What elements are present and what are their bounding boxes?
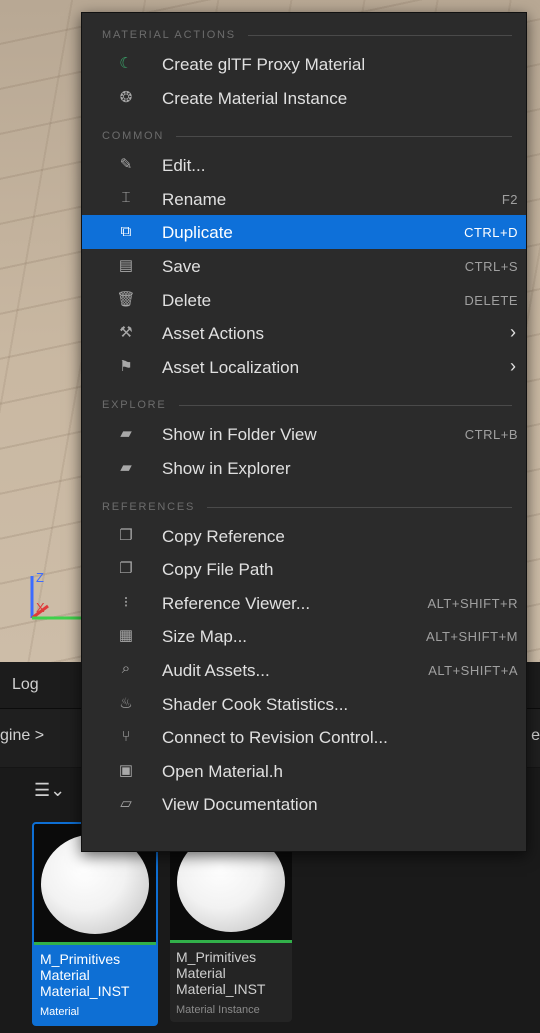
- documentation-icon: ▱: [120, 795, 132, 813]
- x-axis-label: X: [36, 600, 45, 615]
- menu-item-shortcut: ALT+SHIFT+A: [428, 662, 518, 678]
- menu-item-label: Show in Explorer: [162, 458, 291, 478]
- shader-icon: ♨: [119, 694, 133, 712]
- copy-icon: ❐: [119, 526, 133, 544]
- menu-item-shortcut: DELETE: [464, 292, 518, 308]
- menu-item[interactable]: ⧉ Duplicate CTRL+D: [82, 215, 526, 249]
- save-icon: ▤: [118, 256, 134, 274]
- menu-item-label: Reference Viewer...: [162, 593, 311, 613]
- asset-tile-material[interactable]: M_Primitives Material Material_INST Mate…: [32, 822, 158, 1026]
- menu-item[interactable]: ♨ Shader Cook Statistics...: [82, 687, 526, 721]
- menu-item[interactable]: ▣ Open Material.h: [82, 754, 526, 788]
- menu-item[interactable]: ❐ Copy File Path: [82, 552, 526, 586]
- rename-icon: ⌶: [121, 189, 131, 207]
- menu-item[interactable]: ✎ Edit...: [82, 148, 526, 182]
- menu-section-header: MATERIAL ACTIONS: [82, 13, 526, 47]
- menu-item[interactable]: ☾ Create glTF Proxy Material: [82, 47, 526, 81]
- menu-item[interactable]: ⌶ Rename F2: [82, 182, 526, 216]
- menu-item-shortcut: CTRL+B: [464, 427, 518, 443]
- menu-item-label: Asset Actions: [162, 324, 265, 344]
- revision-control-icon: ⑂: [121, 727, 131, 745]
- duplicate-icon: ⧉: [120, 222, 132, 240]
- menu-item[interactable]: ⑂ Connect to Revision Control...: [82, 720, 526, 754]
- menu-item[interactable]: ⁝ Reference Viewer... ALT+SHIFT+R: [82, 586, 526, 620]
- folder-search-icon: ▰: [120, 425, 132, 443]
- menu-item[interactable]: ⚒ Asset Actions ›: [82, 316, 526, 350]
- menu-item-label: Create Material Instance: [162, 88, 348, 108]
- asset-tile-material-instance[interactable]: M_Primitives Material Material_INST Mate…: [170, 822, 292, 1022]
- menu-item[interactable]: ▱ View Documentation: [82, 787, 526, 821]
- breadcrumb[interactable]: gine >: [0, 727, 44, 745]
- menu-item-label: Create glTF Proxy Material: [162, 55, 366, 74]
- menu-item-label: Open Material.h: [162, 761, 283, 781]
- menu-item-shortcut: F2: [501, 191, 518, 207]
- menu-item-shortcut: ALT+SHIFT+R: [427, 595, 518, 611]
- menu-item[interactable]: ⚑ Asset Localization ›: [82, 350, 526, 384]
- menu-item-shortcut: ALT+SHIFT+M: [426, 629, 518, 645]
- cpp-file-icon: ▣: [118, 761, 134, 779]
- menu-item[interactable]: ▤ Save CTRL+S: [82, 249, 526, 283]
- menu-item[interactable]: ⌕ Audit Assets... ALT+SHIFT+A: [82, 653, 526, 687]
- menu-section-divider: [179, 405, 512, 407]
- edit-icon: ✎: [119, 156, 133, 174]
- submenu-arrow-icon: ›: [510, 322, 516, 343]
- menu-item[interactable]: ▰ Show in Explorer: [82, 451, 526, 485]
- audit-icon: ⌕: [121, 660, 131, 678]
- filter-icon[interactable]: ☰⌄: [34, 780, 65, 801]
- menu-section-divider: [248, 35, 512, 36]
- folder-search-icon: ▰: [120, 458, 132, 476]
- asset-type: Material: [40, 1006, 80, 1018]
- menu-section-label: EXPLORE: [102, 399, 167, 412]
- menu-section-label: COMMON: [102, 130, 165, 143]
- menu-item[interactable]: ❂ Create Material Instance: [82, 81, 526, 115]
- menu-item-label: View Documentation: [162, 795, 318, 815]
- breadcrumb-right: e: [531, 727, 540, 744]
- menu-item-label: Copy Reference: [162, 526, 285, 546]
- menu-item-label: Size Map...: [162, 627, 248, 647]
- copy-icon: ❐: [119, 560, 133, 578]
- z-axis-label: Z: [36, 570, 44, 585]
- menu-section-divider: [176, 136, 512, 138]
- menu-item-label: Shader Cook Statistics...: [162, 694, 349, 714]
- axis-gizmo: Z X: [30, 570, 86, 620]
- gltf-icon: ☾: [119, 55, 133, 72]
- menu-section-label: MATERIAL ACTIONS: [102, 29, 236, 41]
- menu-item[interactable]: ▰ Show in Folder View CTRL+B: [82, 417, 526, 451]
- menu-section-divider: [207, 506, 512, 508]
- context-menu: MATERIAL ACTIONS ☾ Create glTF Proxy Mater…: [81, 12, 527, 852]
- menu-item-label: Connect to Revision Control...: [162, 728, 388, 748]
- asset-type: Material Instance: [176, 1004, 260, 1016]
- menu-item-label: Show in Folder View: [162, 425, 317, 445]
- menu-item-label: Delete: [162, 290, 212, 310]
- material-instance-icon: ❂: [119, 88, 133, 106]
- menu-item[interactable]: 🗑 Delete DELETE: [82, 283, 526, 317]
- asset-name: M_Primitives Material Material_INST: [176, 949, 266, 997]
- menu-item-label: Save: [162, 256, 201, 276]
- reference-viewer-icon: ⁝: [123, 593, 129, 611]
- flag-icon: ⚑: [119, 357, 133, 375]
- wrench-icon: ⚒: [119, 324, 133, 342]
- menu-item-label: Duplicate: [162, 223, 233, 243]
- menu-item-shortcut: CTRL+S: [464, 258, 518, 274]
- menu-item-label: Audit Assets...: [162, 660, 270, 680]
- size-map-icon: ▦: [118, 627, 134, 645]
- menu-item-label: Edit...: [162, 156, 206, 176]
- menu-section-header: REFERENCES: [82, 485, 526, 519]
- menu-section-label: REFERENCES: [102, 500, 196, 513]
- menu-item-label: Copy File Path: [162, 560, 274, 580]
- menu-item-label: Rename: [162, 189, 227, 209]
- menu-section-header: EXPLORE: [82, 383, 526, 417]
- asset-name: M_Primitives Material Material_INST: [40, 951, 130, 999]
- menu-item[interactable]: ❐ Copy Reference: [82, 519, 526, 553]
- delete-icon: 🗑: [116, 290, 136, 308]
- menu-section-header: COMMON: [82, 114, 526, 148]
- submenu-arrow-icon: ›: [510, 355, 516, 376]
- tab-log[interactable]: Log: [12, 676, 39, 694]
- menu-item-shortcut: CTRL+D: [464, 225, 518, 241]
- menu-item-label: Asset Localization: [162, 357, 300, 377]
- menu-item[interactable]: ▦ Size Map... ALT+SHIFT+M: [82, 619, 526, 653]
